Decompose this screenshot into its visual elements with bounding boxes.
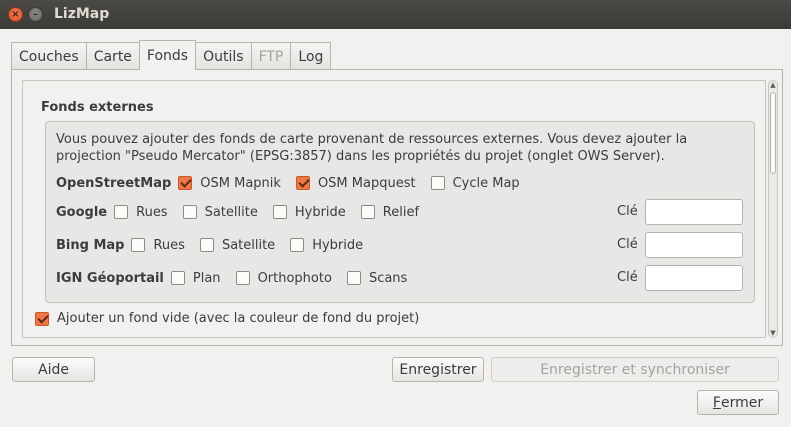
scroll-down-icon[interactable]: ▼ xyxy=(769,329,777,337)
tab-couches[interactable]: Couches xyxy=(11,42,86,70)
tab-carte[interactable]: Carte xyxy=(85,42,139,70)
title-bar: × – LizMap xyxy=(0,0,791,29)
checkbox-box[interactable] xyxy=(290,238,305,252)
tab-outils[interactable]: Outils xyxy=(196,42,251,70)
ign-key-label: Clé xyxy=(617,270,638,285)
checkbox-box[interactable] xyxy=(199,238,214,252)
checkbox-box[interactable] xyxy=(360,205,375,219)
lizmap-dialog: × – LizMap Couches Carte Fonds Outils FT… xyxy=(0,0,791,427)
google-key-label: Clé xyxy=(617,204,638,219)
ign-key-input[interactable] xyxy=(645,265,743,291)
scroll-up-icon[interactable]: ▲ xyxy=(769,81,777,89)
ign-row: IGN Géoportail Plan Orthophoto Scans xyxy=(56,268,422,288)
description-text: Vous pouvez ajouter des fonds de carte p… xyxy=(56,132,688,164)
checkbox-box[interactable] xyxy=(235,271,250,285)
ign-label: IGN Géoportail xyxy=(56,270,164,286)
cycle-map-checkbox[interactable]: Cycle Map xyxy=(430,176,520,191)
checkbox-box[interactable] xyxy=(430,176,445,190)
tab-fonds[interactable]: Fonds xyxy=(138,40,197,70)
checkbox-box[interactable] xyxy=(182,205,197,219)
bing-key-input[interactable] xyxy=(645,232,743,258)
bing-row: Bing Map Rues Satellite Hybride xyxy=(56,235,378,255)
checkbox-box[interactable] xyxy=(170,271,185,285)
help-button[interactable]: Aide xyxy=(12,357,95,382)
google-row: Google Rues Satellite Hybride Relief xyxy=(56,202,434,222)
checkbox-box[interactable] xyxy=(178,176,193,190)
osm-label: OpenStreetMap xyxy=(56,175,172,191)
google-rues-checkbox[interactable]: Rues xyxy=(114,205,168,220)
checkbox-box[interactable] xyxy=(114,205,129,219)
checkbox-box[interactable] xyxy=(272,205,287,219)
tab-panel-fonds: Fonds externes Vous pouvez ajouter des f… xyxy=(11,69,783,346)
bing-key-label: Clé xyxy=(617,237,638,252)
google-hybride-checkbox[interactable]: Hybride xyxy=(272,205,346,220)
bing-satellite-checkbox[interactable]: Satellite xyxy=(199,238,275,253)
bing-label: Bing Map xyxy=(56,237,125,253)
bing-rues-checkbox[interactable]: Rues xyxy=(131,238,185,253)
tab-bar: Couches Carte Fonds Outils FTP Log xyxy=(11,40,332,70)
osm-mapquest-checkbox[interactable]: OSM Mapquest xyxy=(295,176,416,191)
ign-scans-checkbox[interactable]: Scans xyxy=(346,271,407,286)
google-relief-checkbox[interactable]: Relief xyxy=(360,205,419,220)
scrollbar-thumb[interactable] xyxy=(770,92,776,174)
tab-ftp: FTP xyxy=(250,42,291,70)
ign-plan-checkbox[interactable]: Plan xyxy=(170,271,221,286)
checkbox-box[interactable] xyxy=(295,176,310,190)
google-key-input[interactable] xyxy=(645,199,743,225)
google-satellite-checkbox[interactable]: Satellite xyxy=(182,205,258,220)
checkbox-box[interactable] xyxy=(35,311,49,326)
close-window-icon[interactable]: × xyxy=(8,7,23,22)
window-title: LizMap xyxy=(54,6,110,22)
vertical-scrollbar[interactable]: ▲ ▼ xyxy=(768,80,778,338)
save-button[interactable]: Enregistrer xyxy=(392,357,484,382)
group-title: Fonds externes xyxy=(41,100,154,115)
close-button[interactable]: Fermer xyxy=(697,390,779,415)
minimize-window-icon[interactable]: – xyxy=(28,7,43,22)
scroll-area: Fonds externes Vous pouvez ajouter des f… xyxy=(22,80,766,338)
bing-hybride-checkbox[interactable]: Hybride xyxy=(290,238,363,253)
checkbox-box[interactable] xyxy=(131,238,146,252)
empty-background-checkbox[interactable]: Ajouter un fond vide (avec la couleur de… xyxy=(35,311,419,326)
osm-row: OpenStreetMap OSM Mapnik OSM Mapquest Cy… xyxy=(56,173,535,193)
google-label: Google xyxy=(56,204,108,220)
external-backgrounds-group: Vous pouvez ajouter des fonds de carte p… xyxy=(45,121,755,303)
close-label-rest: ermer xyxy=(720,394,764,411)
osm-mapnik-checkbox[interactable]: OSM Mapnik xyxy=(178,176,281,191)
ign-orthophoto-checkbox[interactable]: Orthophoto xyxy=(235,271,332,286)
close-mnemonic: F xyxy=(712,394,721,411)
save-and-sync-button: Enregistrer et synchroniser xyxy=(491,357,779,382)
checkbox-box[interactable] xyxy=(346,271,361,285)
tab-log[interactable]: Log xyxy=(290,42,332,70)
